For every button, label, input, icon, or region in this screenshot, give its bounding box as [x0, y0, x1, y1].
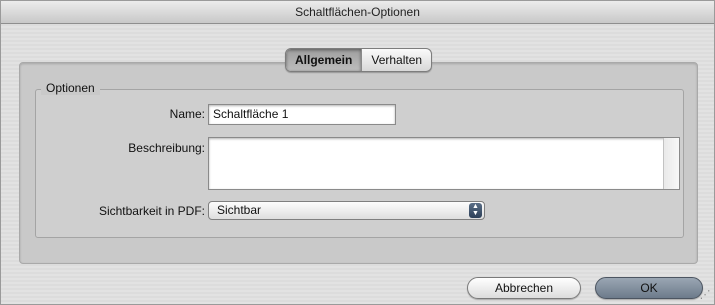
description-field[interactable] [208, 137, 680, 190]
tab-bar: Allgemein Verhalten [285, 48, 433, 72]
tab-verhalten[interactable]: Verhalten [361, 49, 431, 71]
name-label: Name: [169, 107, 205, 121]
description-scrollbar[interactable] [663, 138, 679, 189]
name-field[interactable]: Schaltfläche 1 [208, 104, 396, 125]
tab-allgemein[interactable]: Allgemein [286, 49, 362, 71]
window-title: Schaltflächen-Optionen [1, 1, 714, 24]
options-group-label: Optionen [41, 81, 100, 95]
visibility-label: Sichtbarkeit in PDF: [98, 204, 205, 218]
dialog-window: Schaltflächen-Optionen Allgemein Verhalt… [0, 0, 715, 305]
name-field-value: Schaltfläche 1 [213, 107, 289, 121]
visibility-select-value: Sichtbar [217, 203, 262, 217]
visibility-select[interactable]: Sichtbar ▲ ▼ [208, 201, 485, 220]
popup-arrows-icon: ▲ ▼ [469, 203, 482, 218]
description-label: Beschreibung: [128, 141, 205, 155]
cancel-button[interactable]: Abbrechen [467, 277, 581, 299]
ok-button[interactable]: OK [595, 277, 703, 299]
resize-grip-icon[interactable]: ⋰ [699, 289, 711, 301]
